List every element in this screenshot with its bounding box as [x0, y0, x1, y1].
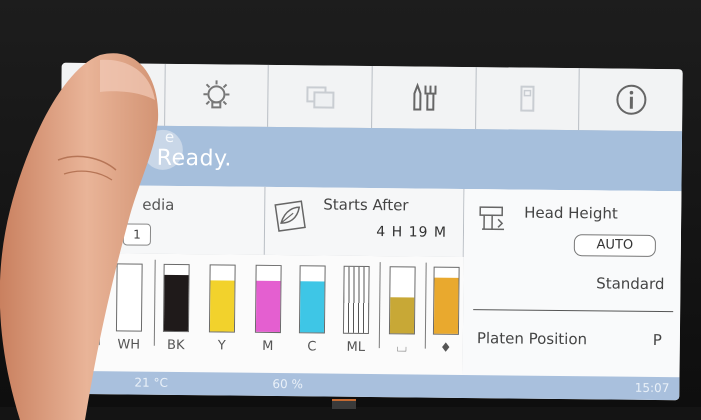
ink-tank [209, 264, 236, 332]
ink-label: WH [58, 337, 98, 352]
info-icon [613, 82, 649, 118]
ink-level-fill [210, 280, 235, 332]
ink-label: M [248, 339, 288, 354]
humidity-value: 60 % [272, 377, 303, 391]
ink-group-separator [425, 263, 427, 349]
ink-level-fill [390, 297, 414, 334]
panel-divider [473, 309, 673, 312]
starts-after-value: 4 H 19 M [376, 224, 447, 241]
ink-label: WH [109, 337, 149, 352]
ink-level-fill [434, 278, 459, 334]
ink-label: ML [336, 340, 376, 355]
tools-button[interactable] [372, 66, 476, 129]
ink-tank [389, 266, 416, 334]
ink-group-separator [154, 260, 156, 346]
thermometer-icon [70, 373, 86, 391]
status-sublabel: e [165, 128, 174, 146]
media-number: 1 [123, 223, 151, 245]
info-button[interactable] [579, 68, 682, 131]
head-height-label: Head Height [524, 204, 618, 223]
ink-tank [343, 266, 370, 334]
ink-tank [116, 263, 143, 331]
light-bulb-icon [198, 77, 234, 113]
status-label: Ready. [157, 146, 232, 172]
maintenance-button[interactable] [165, 64, 269, 127]
ink-level-fill [256, 280, 281, 332]
ink-group-separator [99, 259, 101, 345]
ink-tank [255, 265, 282, 333]
ink-drop-icon: ⌴ [382, 340, 422, 355]
ink-label: Y [202, 338, 242, 353]
jobs-button[interactable] [268, 65, 372, 128]
printer-screen: e Ready. edia 1 Starts After 4 H 19 M WH… [58, 63, 682, 400]
stacked-pages-icon [302, 78, 338, 114]
ink-tank [65, 263, 92, 331]
starts-after-label: Starts After [323, 196, 408, 215]
ink-group-separator [379, 262, 381, 348]
tools-icon [406, 79, 442, 115]
ink-tank [299, 265, 326, 333]
ink-label: BK [156, 338, 196, 353]
ink-label: C [292, 339, 332, 354]
media-label: edia [142, 196, 174, 214]
waste-ink-icon: ♦ [426, 341, 466, 356]
ink-level-fill [300, 281, 325, 333]
head-height-panel[interactable]: Head Height AUTO Standard Platen Positio… [463, 189, 682, 377]
platen-position-label: Platen Position [477, 329, 587, 348]
head-height-mode: Standard [596, 274, 664, 293]
ink-level-fill [164, 275, 189, 331]
starts-after-panel[interactable]: Starts After 4 H 19 M [265, 187, 465, 257]
clock: 15:07 [635, 381, 670, 395]
temperature-value: 21 °C [134, 376, 168, 390]
media-panel[interactable]: edia 1 [60, 185, 266, 255]
top-toolbar [61, 63, 683, 132]
ink-levels-panel[interactable]: WH WH BK YMC ML ⌴ ♦ [59, 253, 465, 375]
print-head-icon [476, 201, 512, 237]
home-icon [95, 76, 131, 112]
timer-leaf-icon [271, 197, 309, 235]
home-button[interactable] [61, 63, 165, 126]
status-banner[interactable]: e Ready. [60, 125, 682, 191]
usb-icon [509, 80, 545, 116]
platen-position-value: P [653, 331, 662, 349]
usb-button[interactable] [476, 67, 580, 130]
auto-button[interactable]: AUTO [574, 234, 656, 257]
indicator-light [332, 399, 356, 409]
ink-tank [163, 264, 190, 332]
ink-tank [433, 267, 460, 335]
